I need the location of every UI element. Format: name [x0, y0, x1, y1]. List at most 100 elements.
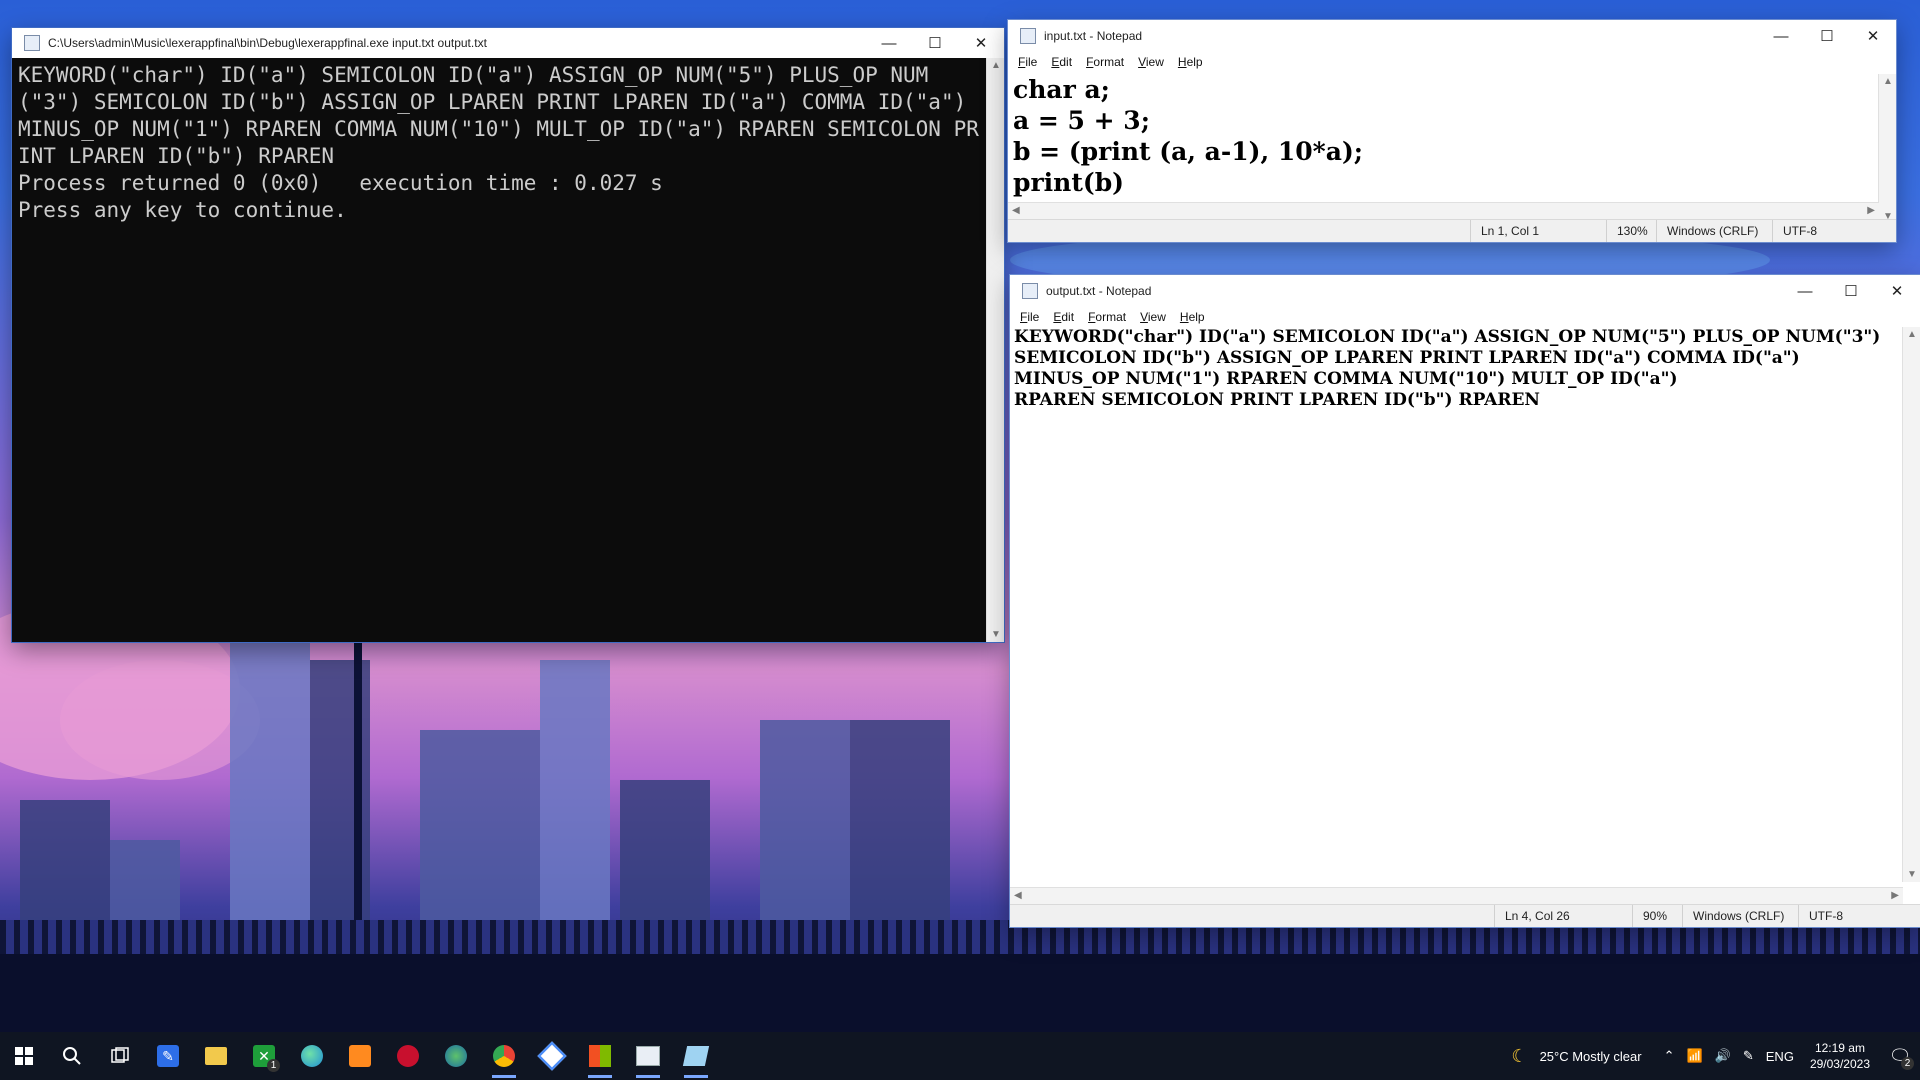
- cursor-position: Ln 4, Col 26: [1494, 905, 1639, 927]
- encoding: UTF-8: [1798, 905, 1909, 927]
- scroll-up-icon[interactable]: ▲: [1883, 76, 1893, 87]
- xbox-badge: 1: [267, 1059, 280, 1072]
- output-notepad-title: output.txt - Notepad: [1046, 284, 1152, 298]
- menu-edit[interactable]: Edit: [1053, 310, 1074, 324]
- clock[interactable]: 12:19 am 29/03/2023: [1810, 1040, 1870, 1072]
- notepad-icon: [1022, 283, 1038, 299]
- input-vertical-scrollbar[interactable]: ▲ ▼: [1878, 74, 1896, 224]
- scroll-right-icon[interactable]: ▶: [1891, 890, 1899, 901]
- store-icon[interactable]: [576, 1032, 624, 1080]
- output-notepad-menubar: File Edit Format View Help: [1010, 307, 1920, 327]
- editor-line: a = 5 + 3;: [1013, 106, 1150, 135]
- menu-view[interactable]: View: [1138, 55, 1164, 69]
- maximize-button[interactable]: ☐: [1828, 275, 1874, 307]
- weather-text[interactable]: 25°C Mostly clear: [1540, 1049, 1642, 1064]
- minimize-button[interactable]: —: [1758, 20, 1804, 52]
- input-statusbar: Ln 1, Col 1 130% Windows (CRLF) UTF-8: [1008, 219, 1896, 242]
- output-horizontal-scrollbar[interactable]: ◀ ▶: [1010, 887, 1903, 905]
- console-vertical-scrollbar[interactable]: ▲ ▼: [986, 58, 1004, 642]
- scroll-up-icon[interactable]: ▲: [1907, 329, 1917, 340]
- zoom-level: 130%: [1606, 220, 1661, 242]
- line-ending: Windows (CRLF): [1682, 905, 1803, 927]
- output-notepad-window[interactable]: output.txt - Notepad — ☐ ✕ File Edit For…: [1010, 275, 1920, 927]
- close-button[interactable]: ✕: [958, 27, 1004, 59]
- editor-line: char a;: [1013, 75, 1110, 104]
- input-text-area[interactable]: char a; a = 5 + 3; b = (print (a, a-1), …: [1008, 74, 1878, 202]
- input-notepad-menubar: File Edit Format View Help: [1008, 52, 1896, 72]
- taskbar: ✎ ✕ 1 ☾ 25°C Mostly clear ⌃ 📶 🔊 ✎ ENG 12…: [0, 1032, 1920, 1080]
- notepad-icon: [1020, 28, 1036, 44]
- input-notepad-titlebar[interactable]: input.txt - Notepad — ☐ ✕: [1008, 20, 1896, 52]
- volume-icon[interactable]: 🔊: [1715, 1048, 1731, 1064]
- output-text-area[interactable]: KEYWORD("char") ID("a") SEMICOLON ID("a"…: [1010, 327, 1902, 897]
- output-statusbar: Ln 4, Col 26 90% Windows (CRLF) UTF-8: [1010, 904, 1920, 927]
- editor-line: print(b): [1013, 168, 1125, 197]
- menu-file[interactable]: File: [1020, 310, 1039, 324]
- editor-line: SEMICOLON ID("b") ASSIGN_OP LPAREN PRINT…: [1014, 348, 1800, 368]
- input-horizontal-scrollbar[interactable]: ◀ ▶: [1008, 202, 1879, 220]
- notifications-badge: 2: [1901, 1057, 1914, 1070]
- file-explorer-icon[interactable]: [192, 1032, 240, 1080]
- editor-line: MINUS_OP NUM("1") RPAREN COMMA NUM("10")…: [1014, 369, 1678, 389]
- search-icon[interactable]: [48, 1032, 96, 1080]
- language-indicator[interactable]: ENG: [1766, 1049, 1794, 1064]
- console-app-icon: [24, 35, 40, 51]
- line-ending: Windows (CRLF): [1656, 220, 1777, 242]
- menu-help[interactable]: Help: [1180, 310, 1205, 324]
- chevron-up-icon[interactable]: ⌃: [1664, 1048, 1675, 1064]
- menu-file[interactable]: File: [1018, 55, 1037, 69]
- clock-date: 29/03/2023: [1809, 1057, 1870, 1071]
- notepad-icon[interactable]: [672, 1032, 720, 1080]
- app-globe-icon[interactable]: [432, 1032, 480, 1080]
- scroll-left-icon[interactable]: ◀: [1014, 890, 1022, 901]
- editor-line: KEYWORD("char") ID("a") SEMICOLON ID("a"…: [1014, 327, 1881, 347]
- windows-start-icon[interactable]: [0, 1032, 48, 1080]
- menu-edit[interactable]: Edit: [1051, 55, 1072, 69]
- app-red-icon[interactable]: [384, 1032, 432, 1080]
- menu-format[interactable]: Format: [1086, 55, 1124, 69]
- console-titlebar[interactable]: C:\Users\admin\Music\lexerappfinal\bin\D…: [12, 28, 1004, 58]
- weather-moon-icon[interactable]: ☾: [1511, 1046, 1527, 1067]
- input-notepad-title: input.txt - Notepad: [1044, 29, 1143, 43]
- whiteboard-icon[interactable]: ✎: [144, 1032, 192, 1080]
- scroll-right-icon[interactable]: ▶: [1867, 205, 1875, 216]
- output-vertical-scrollbar[interactable]: ▲ ▼: [1902, 327, 1920, 882]
- console-line: Press any key to continue.: [18, 198, 347, 222]
- menu-view[interactable]: View: [1140, 310, 1166, 324]
- chrome-icon[interactable]: [480, 1032, 528, 1080]
- scroll-down-icon[interactable]: ▼: [1907, 869, 1917, 880]
- minimize-button[interactable]: —: [1782, 275, 1828, 307]
- minimize-button[interactable]: —: [866, 27, 912, 59]
- scroll-left-icon[interactable]: ◀: [1012, 205, 1020, 216]
- encoding: UTF-8: [1772, 220, 1883, 242]
- editor-line: b = (print (a, a-1), 10*a);: [1013, 137, 1363, 166]
- menu-format[interactable]: Format: [1088, 310, 1126, 324]
- xbox-icon[interactable]: ✕ 1: [240, 1032, 288, 1080]
- edge-icon[interactable]: [288, 1032, 336, 1080]
- console-title: C:\Users\admin\Music\lexerappfinal\bin\D…: [48, 36, 487, 50]
- scroll-up-icon[interactable]: ▲: [991, 60, 1001, 71]
- box-app-icon[interactable]: [528, 1032, 576, 1080]
- terminal-icon[interactable]: [624, 1032, 672, 1080]
- zoom-level: 90%: [1632, 905, 1687, 927]
- network-icon[interactable]: 📶: [1686, 1048, 1702, 1064]
- input-notepad-window[interactable]: input.txt - Notepad — ☐ ✕ File Edit Form…: [1008, 20, 1896, 242]
- close-button[interactable]: ✕: [1850, 20, 1896, 52]
- maximize-button[interactable]: ☐: [1804, 20, 1850, 52]
- task-view-icon[interactable]: [96, 1032, 144, 1080]
- clock-time: 12:19 am: [1814, 1041, 1865, 1055]
- console-line: KEYWORD("char") ID("a") SEMICOLON ID("a"…: [18, 63, 979, 168]
- pen-icon[interactable]: ✎: [1743, 1048, 1754, 1064]
- scroll-down-icon[interactable]: ▼: [991, 629, 1001, 640]
- output-notepad-titlebar[interactable]: output.txt - Notepad — ☐ ✕: [1010, 275, 1920, 307]
- console-window[interactable]: C:\Users\admin\Music\lexerappfinal\bin\D…: [12, 28, 1004, 642]
- system-tray: ☾ 25°C Mostly clear ⌃ 📶 🔊 ✎ ENG 12:19 am…: [1505, 1032, 1920, 1080]
- editor-line: RPAREN SEMICOLON PRINT LPAREN ID("b") RP…: [1014, 390, 1540, 410]
- close-button[interactable]: ✕: [1874, 275, 1920, 307]
- console-line: Process returned 0 (0x0) execution time …: [18, 171, 663, 195]
- notifications-icon[interactable]: 🗨 2: [1880, 1032, 1920, 1080]
- sublime-text-icon[interactable]: [336, 1032, 384, 1080]
- maximize-button[interactable]: ☐: [912, 27, 958, 59]
- menu-help[interactable]: Help: [1178, 55, 1203, 69]
- console-output: KEYWORD("char") ID("a") SEMICOLON ID("a"…: [12, 58, 987, 642]
